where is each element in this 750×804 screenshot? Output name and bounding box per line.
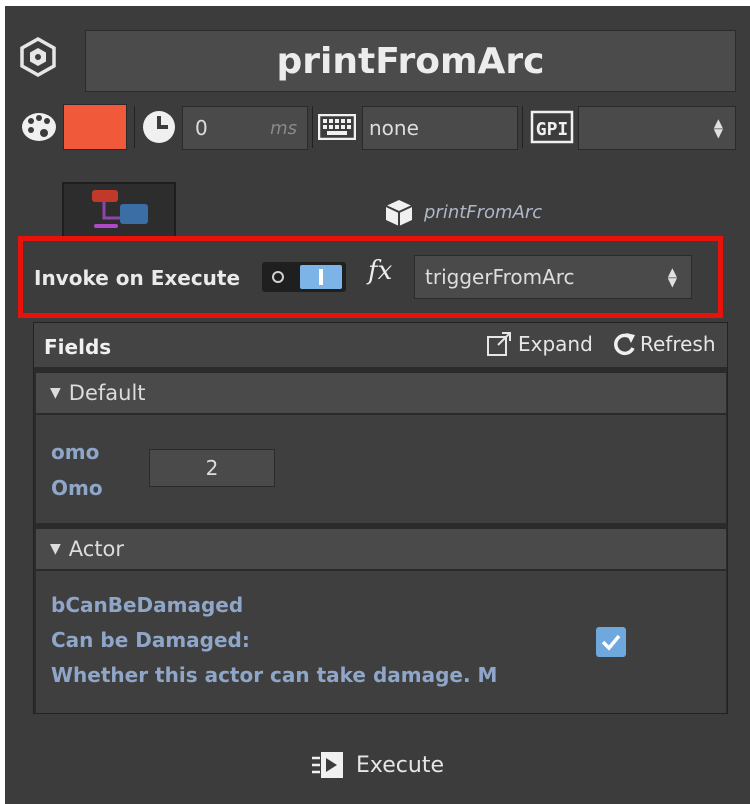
cube-icon <box>384 198 414 228</box>
field-description: Whether this actor can take damage. M <box>51 663 498 687</box>
field-name: bCanBeDamaged <box>51 593 244 617</box>
keyboard-icon <box>317 113 357 141</box>
fx-icon: fx <box>368 256 393 286</box>
collapse-triangle-icon: ▼ <box>50 541 61 557</box>
section-header-default[interactable]: ▼ Default <box>36 372 726 414</box>
select-arrows-icon: ▲ ▼ <box>713 116 723 140</box>
field-label: Can be Damaged: <box>51 628 250 652</box>
divider <box>522 106 523 148</box>
expand-button[interactable]: Expand <box>486 331 593 357</box>
gpi-select[interactable]: ▲ ▼ <box>578 106 736 150</box>
checkmark-icon <box>601 634 621 651</box>
refresh-icon <box>614 333 635 356</box>
omo-input[interactable]: 2 <box>149 449 275 487</box>
toggle-off-icon <box>272 271 284 283</box>
delay-unit: ms <box>270 117 297 139</box>
execute-icon <box>312 752 343 778</box>
node-subtitle: printFromArc <box>424 202 543 223</box>
node-type-icon[interactable] <box>20 36 56 78</box>
divider <box>134 106 135 148</box>
function-select[interactable]: triggerFromArc ▲ ▼ <box>414 255 692 299</box>
execute-label: Execute <box>356 752 444 778</box>
toggle-knob <box>300 265 342 289</box>
delay-value: 0 <box>195 116 208 140</box>
keyboard-shortcut-value: none <box>369 116 419 140</box>
collapse-triangle-icon: ▼ <box>50 385 61 401</box>
expand-label: Expand <box>518 332 593 356</box>
refresh-button[interactable]: Refresh <box>612 331 716 357</box>
section-header-actor[interactable]: ▼ Actor <box>36 528 726 570</box>
function-value: triggerFromArc <box>425 265 575 289</box>
can-be-damaged-checkbox[interactable] <box>596 627 626 657</box>
omo-value: 2 <box>205 456 219 480</box>
section-title: Default <box>68 381 146 405</box>
node-thumbnail[interactable] <box>62 182 176 238</box>
select-arrows-icon: ▲ ▼ <box>667 265 677 289</box>
node-title[interactable]: printFromArc <box>85 30 736 92</box>
section-body-default <box>36 415 726 523</box>
clock-icon <box>142 110 176 144</box>
delay-input[interactable]: 0 ms <box>182 106 308 150</box>
invoke-toggle[interactable] <box>262 262 346 292</box>
palette-icon[interactable] <box>20 110 58 144</box>
field-label: Omo <box>51 476 103 500</box>
fields-header: Fields Expand Refresh <box>34 323 727 367</box>
fields-title: Fields <box>44 335 112 359</box>
svg-text:GPI: GPI <box>536 119 569 140</box>
keyboard-shortcut-input[interactable]: none <box>362 106 518 150</box>
color-swatch[interactable] <box>63 104 127 150</box>
refresh-label: Refresh <box>640 332 716 356</box>
divider <box>312 106 313 148</box>
invoke-label: Invoke on Execute <box>34 266 241 290</box>
field-name: omo <box>51 440 100 464</box>
expand-icon <box>487 332 511 356</box>
execute-button[interactable]: Execute <box>312 750 444 780</box>
gpi-icon: GPI <box>530 110 574 144</box>
section-title: Actor <box>68 537 125 561</box>
